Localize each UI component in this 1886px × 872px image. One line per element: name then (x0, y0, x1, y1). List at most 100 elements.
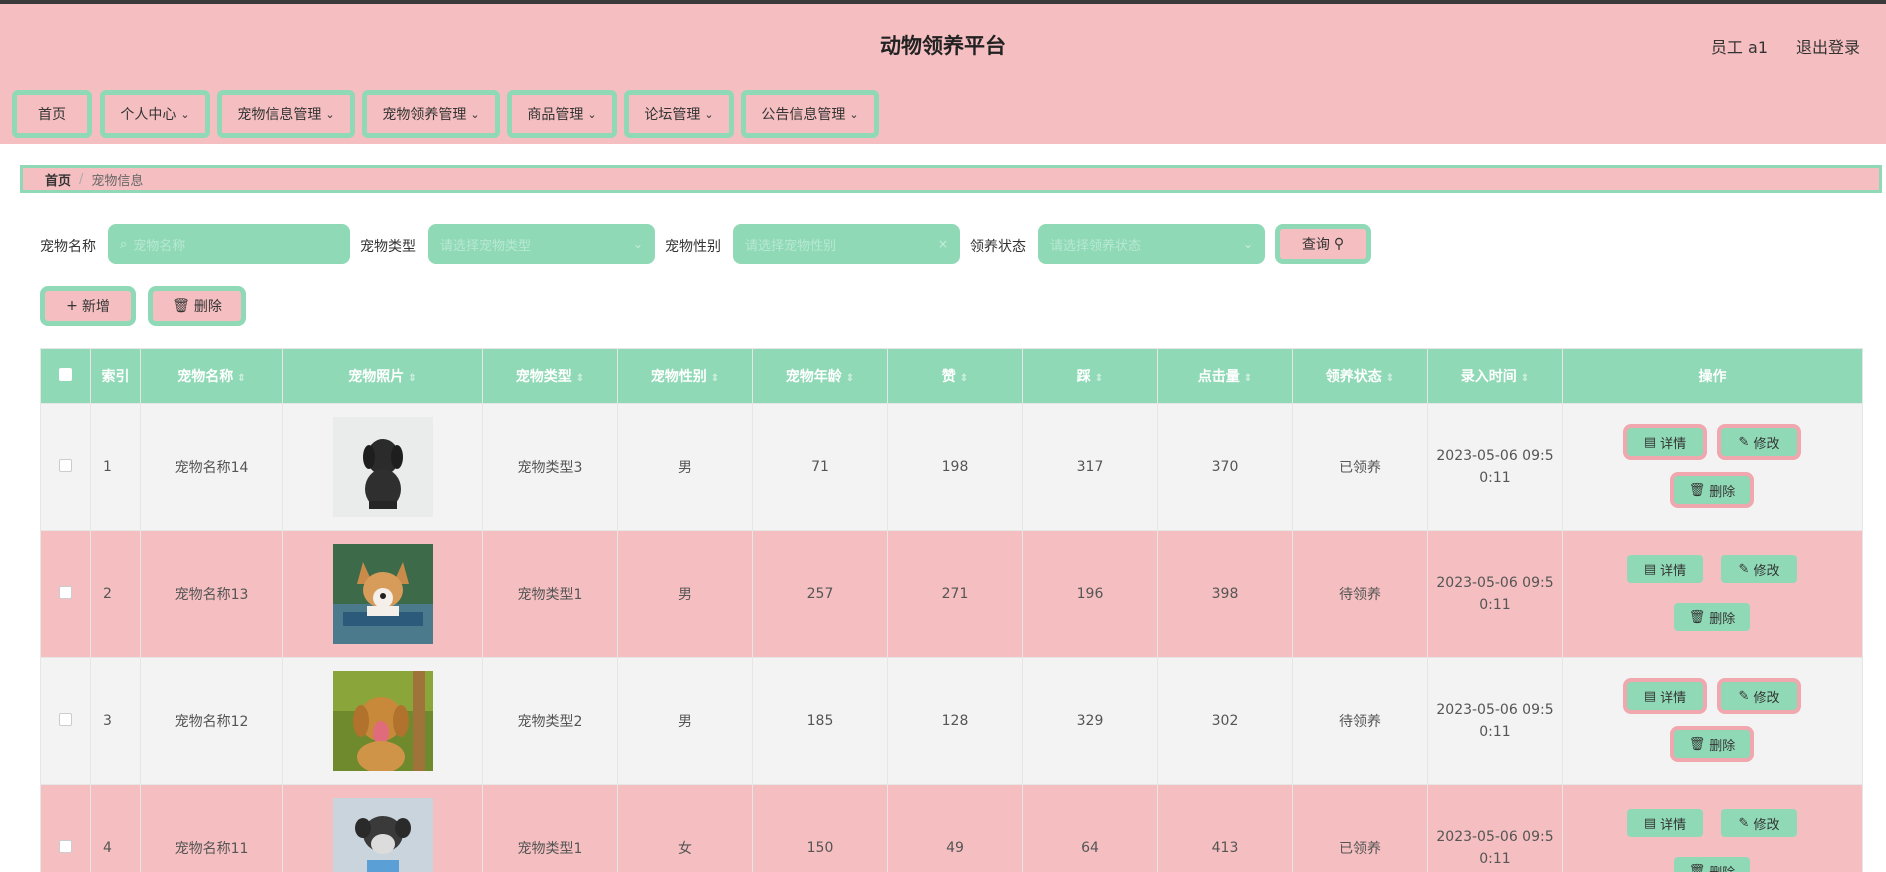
row-checkbox-cell[interactable] (40, 657, 91, 785)
query-button-label: 查询 (1301, 237, 1330, 253)
sort-icon[interactable]: ⇕ (576, 373, 584, 384)
col-like[interactable]: 赞 ⇕ (887, 348, 1023, 404)
col-entry-time[interactable]: 录入时间 ⇕ (1427, 348, 1563, 404)
cell-pet-gender: 女 (617, 784, 753, 872)
nav-item-home[interactable]: 首页 (12, 90, 92, 138)
nav-item-goods[interactable]: 商品管理 ⌄ (507, 90, 617, 138)
sort-icon[interactable]: ⇕ (237, 373, 245, 384)
sort-icon[interactable]: ⇕ (960, 373, 968, 384)
corgi-photo[interactable] (332, 544, 433, 644)
col-pet-name[interactable]: 宠物名称 ⇕ (140, 348, 283, 404)
cell-adopt-status: 待领养 (1292, 657, 1428, 785)
cell-pet-photo (282, 403, 483, 531)
sort-icon[interactable]: ⇕ (1244, 373, 1252, 384)
delete-button[interactable]: 🗑删除 (1674, 476, 1750, 504)
col-pet-gender[interactable]: 宠物性别 ⇕ (617, 348, 753, 404)
pencil-icon: ✎ (1738, 688, 1750, 704)
document-icon: ▤ (1643, 434, 1657, 450)
detail-button[interactable]: ▤ 详情 (1627, 428, 1703, 456)
select-all-checkbox-cell[interactable] (40, 348, 91, 404)
adopt-status-select[interactable]: 请选择领养状态 ⌄ (1038, 224, 1265, 264)
cell-pet-name: 宠物名称14 (140, 403, 283, 531)
query-button[interactable]: 查询 ⚲ (1275, 224, 1371, 264)
row-checkbox[interactable] (59, 712, 72, 726)
delete-button[interactable]: 🗑删除 (1674, 857, 1750, 872)
cell-pet-type: 宠物类型1 (482, 784, 618, 872)
sort-icon[interactable]: ⇕ (711, 373, 719, 384)
edit-button[interactable]: ✎ 修改 (1721, 809, 1797, 837)
col-pet-photo[interactable]: 宠物照片 ⇕ (282, 348, 483, 404)
cell-adopt-status: 已领养 (1292, 784, 1428, 872)
golden-retriever-photo[interactable] (332, 671, 433, 773)
chevron-down-icon: ⌄ (1242, 237, 1253, 251)
select-all-checkbox[interactable] (59, 367, 72, 381)
cell-index: 2 (90, 530, 141, 658)
col-dislike[interactable]: 踩 ⇕ (1022, 348, 1158, 404)
row-checkbox-cell[interactable] (40, 530, 91, 658)
logout-link[interactable]: 退出登录 (1796, 34, 1860, 58)
nav-item-forum[interactable]: 论坛管理 ⌄ (624, 90, 734, 138)
cell-pet-age: 150 (752, 784, 888, 872)
pet-table: 索引 宠物名称 ⇕ 宠物照片 ⇕ 宠物类型 ⇕ 宠物性别 ⇕ 宠物年龄 ⇕ 赞 ⇕ 踩 ⇕ 点… (40, 348, 1863, 872)
cell-like: 271 (887, 530, 1023, 658)
cell-dislike: 64 (1022, 784, 1158, 872)
cell-adopt-status: 已领养 (1292, 403, 1428, 531)
delete-button[interactable]: 🗑删除 (1674, 730, 1750, 758)
edit-button[interactable]: ✎ 修改 (1721, 428, 1797, 456)
detail-button[interactable]: ▤ 详情 (1627, 555, 1703, 583)
row-checkbox-cell[interactable] (40, 403, 91, 531)
row-checkbox[interactable] (59, 839, 72, 853)
cell-clicks: 302 (1157, 657, 1293, 785)
nav-item-notice[interactable]: 公告信息管理 ⌄ (741, 90, 879, 138)
cell-like: 198 (887, 403, 1023, 531)
sort-icon[interactable]: ⇕ (1521, 373, 1529, 384)
nav-item-pet-adoption[interactable]: 宠物领养管理 ⌄ (362, 90, 500, 138)
detail-button[interactable]: ▤ 详情 (1627, 682, 1703, 710)
sort-icon[interactable]: ⇕ (1386, 373, 1394, 384)
cell-operations: ▤详情 ✎修改 🗑删除 (1562, 530, 1863, 658)
col-operations: 操作 (1562, 348, 1863, 404)
sort-icon[interactable]: ⇕ (408, 373, 416, 384)
batch-delete-button[interactable]: 🗑 删除 (148, 286, 246, 326)
chevron-down-icon: ⌄ (470, 107, 480, 121)
cell-pet-gender: 男 (617, 530, 753, 658)
table-row: 4 宠物名称11 宠物类型1 女 150 49 64 413 已领养 2023-05-06 09:… (40, 784, 1863, 872)
nav-item-personal-center[interactable]: 个人中心 ⌄ (100, 90, 210, 138)
pencil-icon: ✎ (1738, 815, 1750, 831)
col-pet-age[interactable]: 宠物年龄 ⇕ (752, 348, 888, 404)
add-button[interactable]: + 新增 (40, 286, 136, 326)
adopt-status-label: 领养状态 (970, 239, 1026, 255)
schnauzer-photo[interactable] (332, 798, 433, 872)
sort-icon[interactable]: ⇕ (846, 373, 854, 384)
detail-button[interactable]: ▤ 详情 (1627, 809, 1703, 837)
cell-pet-age: 185 (752, 657, 888, 785)
nav-item-pet-info[interactable]: 宠物信息管理 ⌄ (217, 90, 355, 138)
black-puppy-photo[interactable] (332, 417, 433, 517)
col-index: 索引 (90, 348, 141, 404)
cell-pet-photo (282, 657, 483, 785)
sort-icon[interactable]: ⇕ (1095, 373, 1103, 384)
breadcrumb-current: 宠物信息 (91, 173, 144, 189)
pet-type-select[interactable]: 请选择宠物类型 ⌄ (428, 224, 655, 264)
nav-item-label: 个人中心 (120, 107, 177, 123)
cell-operations: ▤详情 ✎修改 🗑删除 (1562, 657, 1863, 785)
pet-gender-select[interactable]: 请选择宠物性别 × (733, 224, 960, 264)
edit-button[interactable]: ✎ 修改 (1721, 682, 1797, 710)
delete-button[interactable]: 🗑删除 (1674, 603, 1750, 631)
breadcrumb-home[interactable]: 首页 (45, 170, 71, 189)
cell-adopt-status: 待领养 (1292, 530, 1428, 658)
search-icon: ⚲ (1333, 236, 1345, 252)
col-adopt-status[interactable]: 领养状态 ⇕ (1292, 348, 1428, 404)
col-clicks[interactable]: 点击量 ⇕ (1157, 348, 1293, 404)
pet-name-label: 宠物名称 (40, 239, 96, 255)
row-checkbox[interactable] (59, 585, 72, 599)
breadcrumb: 首页 / 宠物信息 (20, 165, 1882, 193)
col-pet-type[interactable]: 宠物类型 ⇕ (482, 348, 618, 404)
cell-entry-time: 2023-05-06 09:5 0:11 (1427, 784, 1563, 872)
edit-button[interactable]: ✎ 修改 (1721, 555, 1797, 583)
nav-item-label: 首页 (38, 107, 66, 123)
row-checkbox[interactable] (59, 458, 72, 472)
pet-name-input[interactable]: ⌕ 宠物名称 (108, 224, 350, 264)
row-checkbox-cell[interactable] (40, 784, 91, 872)
cell-like: 128 (887, 657, 1023, 785)
